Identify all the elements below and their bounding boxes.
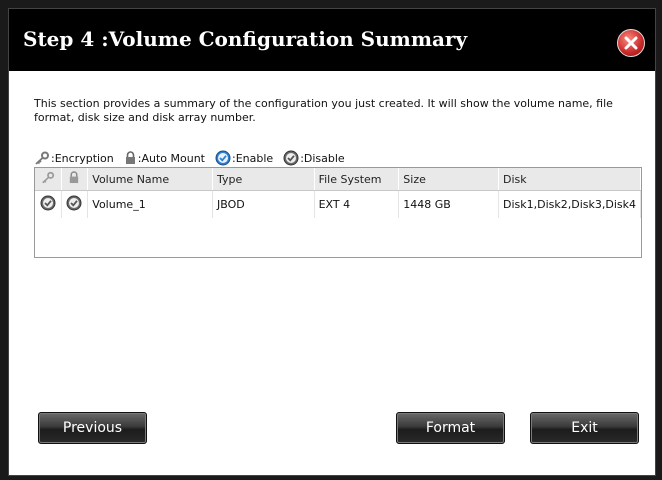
table-header-row: Volume Name Type File System Size Disk [35,168,641,191]
volume-summary-table: Volume Name Type File System Size Disk V… [34,167,642,258]
close-button[interactable] [617,29,645,57]
section-description: This section provides a summary of the c… [34,97,613,124]
column-header-type[interactable]: Type [212,168,315,191]
check-circle-gray-icon [66,195,82,211]
legend-enable: :Enable [215,150,273,166]
size-cell: 1448 GB [398,190,499,218]
legend: :Encryption :Auto Mount :Enable :Disable [34,149,355,167]
legend-auto-mount-label: :Auto Mount [137,151,205,165]
legend-disable-label: :Disable [300,151,345,165]
key-icon [42,171,54,184]
dialog-title: Step 4 :Volume Configuration Summary [23,27,468,51]
column-header-auto-mount[interactable] [61,168,89,191]
check-circle-gray-icon [283,150,299,166]
disk-cell: Disk1,Disk2,Disk3,Disk4 [498,190,641,218]
column-header-encryption[interactable] [35,168,62,191]
legend-encryption: :Encryption [34,151,114,165]
type-cell: JBOD [212,190,315,218]
column-header-size[interactable]: Size [398,168,499,191]
encryption-status-cell [35,190,62,218]
table-row[interactable]: Volume_1 JBOD EXT 4 1448 GB Disk1,Disk2,… [35,190,641,218]
file-system-cell: EXT 4 [314,190,400,218]
key-icon [35,151,49,165]
column-header-volume-name[interactable]: Volume Name [87,168,213,191]
column-header-disk[interactable]: Disk [498,168,641,191]
exit-button[interactable]: Exit [530,412,639,444]
legend-auto-mount: :Auto Mount [124,151,205,165]
volume-name-cell: Volume_1 [87,190,213,218]
lock-icon [70,171,79,184]
dialog-title-bar: Step 4 :Volume Configuration Summary [9,9,655,71]
format-button[interactable]: Format [396,412,505,444]
previous-button[interactable]: Previous [38,412,147,444]
auto-mount-status-cell [61,190,89,218]
check-circle-blue-icon [215,150,231,166]
lock-icon [125,151,135,164]
legend-enable-label: :Enable [232,151,274,165]
check-circle-gray-icon [40,195,56,211]
legend-encryption-label: :Encryption [51,151,114,165]
volume-summary-dialog: Step 4 :Volume Configuration Summary Thi… [8,8,656,476]
close-icon [624,36,638,50]
column-header-file-system[interactable]: File System [314,168,400,191]
legend-disable: :Disable [283,150,345,166]
